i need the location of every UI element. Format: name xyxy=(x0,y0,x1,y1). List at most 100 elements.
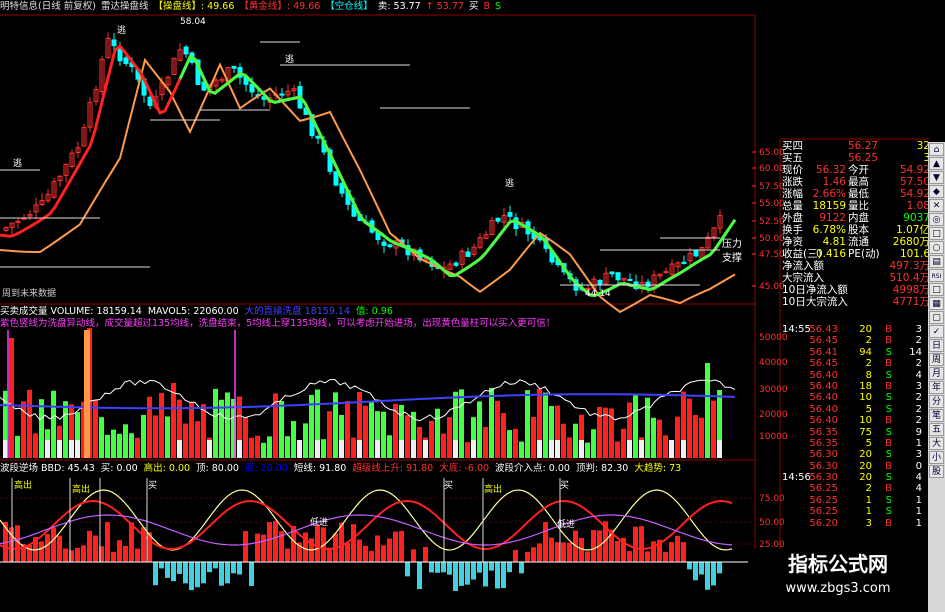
indicator-bar-positive xyxy=(105,522,110,562)
tick-price: 56.45 xyxy=(809,358,838,370)
candle-body xyxy=(147,96,153,106)
indicator-bar-positive xyxy=(81,545,86,562)
tick-count: 1 xyxy=(915,506,922,518)
tick-price: 56.40 xyxy=(809,392,838,404)
toolbar-button-11[interactable]: ▦ xyxy=(929,297,944,310)
tick-price: 56.40 xyxy=(809,380,838,392)
indicator-bar-positive xyxy=(567,542,572,562)
flag-label-4: 逃 xyxy=(13,157,22,169)
tick-row[interactable]: 56.40 5 S 2 xyxy=(782,404,930,415)
tick-side: B xyxy=(885,483,892,495)
candle-body xyxy=(609,271,615,275)
indicator-bar-positive xyxy=(411,549,416,562)
toolbar-button-8[interactable]: ▤ xyxy=(929,255,944,268)
tick-row[interactable]: 56.40 10 S 2 xyxy=(782,392,930,403)
toolbar-button-5[interactable]: ◎ xyxy=(929,213,944,226)
toolbar-button-10[interactable]: □ xyxy=(929,283,944,296)
brand-url: www.zbgs3.com xyxy=(785,581,891,596)
volume-bar-highlight xyxy=(315,440,320,458)
volume-bar xyxy=(369,401,374,458)
indicator-bar-positive xyxy=(537,543,542,562)
toolbar-button-21[interactable]: 大 xyxy=(929,437,944,450)
toolbar-button-15[interactable]: 周 xyxy=(929,353,944,366)
indicator-bar-positive xyxy=(561,542,566,562)
tick-row[interactable]: 56.40 10 B 2 xyxy=(782,415,930,426)
toolbar-button-17[interactable]: 年 xyxy=(929,381,944,394)
candle-body xyxy=(333,171,339,186)
volume-bar xyxy=(189,401,194,458)
quote-row: 收益(三) 0.416 PE(动) 101.6 xyxy=(782,248,930,260)
volume-bar-highlight xyxy=(45,440,50,458)
tick-row[interactable]: 56.25 1 S 1 xyxy=(782,495,930,506)
toolbar-button-3[interactable]: ◆ xyxy=(929,185,944,198)
tick-row[interactable]: 56.25 1 S 1 xyxy=(782,506,930,517)
tick-count: 2 xyxy=(915,358,922,370)
ma-long-line xyxy=(0,57,736,314)
toolbar-button-13[interactable]: ✓ xyxy=(929,325,944,338)
toolbar-button-7[interactable]: ○ xyxy=(929,241,944,254)
toolbar-button-1[interactable]: ▲ xyxy=(929,157,944,170)
candle-body xyxy=(693,250,699,257)
indicator-bar-negative xyxy=(417,562,422,590)
tick-row[interactable]: 56.40 8 S 4 xyxy=(782,370,930,381)
indicator-header-item-0: 波段逆场 BBD: 45.43 xyxy=(0,463,95,474)
tick-row[interactable]: 56.20 3 B 1 xyxy=(782,518,930,529)
tick-side: S xyxy=(885,449,892,461)
low-price-label: 44.14 xyxy=(585,289,611,299)
tick-row[interactable]: 56.45 2 B 2 xyxy=(782,358,930,369)
indicator-bar-negative xyxy=(459,562,464,586)
toolbar-button-16[interactable]: 月 xyxy=(929,367,944,380)
volume-bar xyxy=(171,383,176,458)
indicator-bar-positive xyxy=(399,530,404,562)
tick-list[interactable]: 14:55 56.43 20 B 3 56.45 2 B 2 56.41 94 S 14 56.45 2 B 2… xyxy=(782,324,930,529)
tick-row[interactable]: 56.30 20 S 3 xyxy=(782,449,930,460)
toolbar-button-14[interactable]: 日 xyxy=(929,339,944,352)
indicator-bar-negative xyxy=(453,562,458,591)
tick-row[interactable]: 56.35 5 B 1 xyxy=(782,438,930,449)
tick-volume: 8 xyxy=(865,369,872,381)
tick-row[interactable]: 56.41 94 S 14 xyxy=(782,347,930,358)
candle-body xyxy=(597,279,603,285)
quote-value: 56.27 xyxy=(847,140,878,152)
quote-label-2: 最高 xyxy=(848,176,869,188)
volume-chart[interactable] xyxy=(0,328,736,458)
indicator-bar-negative xyxy=(159,562,164,569)
toolbar-button-22[interactable]: 小 xyxy=(929,451,944,464)
volume-bar xyxy=(459,389,464,458)
tick-row[interactable]: 56.40 18 B 3 xyxy=(782,381,930,392)
volume-bar xyxy=(225,392,230,458)
toolbar-button-18[interactable]: 分 xyxy=(929,395,944,408)
volume-bar xyxy=(417,426,422,458)
indicator-bar-negative xyxy=(495,562,500,589)
quote-label-2: 今开 xyxy=(848,164,869,176)
toolbar-button-9[interactable]: RSI xyxy=(929,269,944,282)
toolbar-button-12[interactable]: ▢ xyxy=(929,311,944,324)
indicator-header-item-4: 底: 20.00 xyxy=(244,463,288,474)
tick-row[interactable]: 56.25 2 B 4 xyxy=(782,483,930,494)
quote-row: 买四 56.27 32 xyxy=(782,140,930,152)
tick-row[interactable]: 56.35 75 S 9 xyxy=(782,427,930,438)
tick-row[interactable]: 14:55 56.43 20 B 3 xyxy=(782,324,930,335)
indicator-header-item-5: 短线: 91.80 xyxy=(293,463,347,474)
indicator-bar-positive xyxy=(675,535,680,562)
tick-row[interactable]: 14:56 56.30 20 S 4 xyxy=(782,472,930,483)
toolbar-button-20[interactable]: 五 xyxy=(929,423,944,436)
indicator-bar-negative xyxy=(153,562,158,586)
tick-row[interactable]: 56.45 2 B 2 xyxy=(782,335,930,346)
toolbar-button-6[interactable]: □ xyxy=(929,227,944,240)
toolbar-button-23[interactable]: 股 xyxy=(929,465,944,478)
tick-volume: 5 xyxy=(865,403,872,415)
toolbar-button-0[interactable]: ⌂ xyxy=(929,143,944,156)
toolbar-button-2[interactable]: ▼ xyxy=(929,171,944,184)
tick-row[interactable]: 56.30 20 B 0 xyxy=(782,461,930,472)
indicator-bar-negative xyxy=(477,562,482,573)
tick-volume: 1 xyxy=(865,494,872,506)
toolbar-button-19[interactable]: 笔 xyxy=(929,409,944,422)
indicator-chart[interactable] xyxy=(0,478,755,591)
toolbar-button-4[interactable]: ✕ xyxy=(929,199,944,212)
quote-label: 买五 xyxy=(782,152,803,164)
candlestick-chart[interactable] xyxy=(0,32,737,314)
brand-title: 指标公式网 xyxy=(788,552,888,576)
out-label-1: 高出 xyxy=(14,479,32,491)
volume-bar xyxy=(249,437,254,458)
